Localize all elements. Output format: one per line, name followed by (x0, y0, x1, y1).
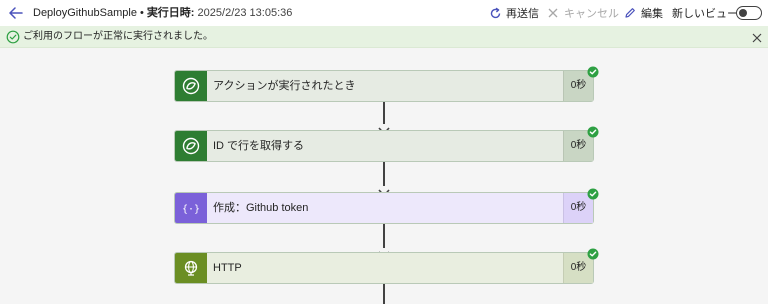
check-circle-icon (6, 30, 20, 44)
resend-label: 再送信 (506, 8, 539, 20)
flow-step-get-row[interactable]: ID で行を取得する 0秒 (174, 126, 599, 162)
success-check-icon (587, 65, 599, 78)
run-time-value: 2025/2/23 13:05:36 (197, 7, 293, 19)
new-view-toggle[interactable] (736, 6, 762, 20)
toggle-knob (739, 8, 747, 17)
success-check-icon (587, 247, 599, 260)
cancel-label: キャンセル (564, 8, 619, 20)
success-banner: ご利用のフローが正常に実行されました。 (0, 26, 768, 48)
flow-canvas: アクションが実行されたとき 0秒 ID で行を取得する 0秒 {·} 作成：Gi… (0, 48, 768, 304)
dataverse-icon (175, 131, 207, 161)
success-check-icon (587, 187, 599, 200)
flow-connector (383, 102, 385, 124)
run-time-label: 実行日時: (146, 7, 195, 19)
title-separator: • (139, 7, 144, 19)
globe-icon (175, 253, 207, 283)
close-icon (546, 6, 560, 20)
arrow-down-icon (378, 122, 390, 135)
flow-connector (383, 284, 385, 304)
flow-connector (383, 162, 385, 186)
step-name: ID で行を取得する (213, 140, 305, 152)
run-title: DeployGithubSample • 実行日時: 2025/2/23 13:05… (33, 0, 292, 26)
top-bar: DeployGithubSample • 実行日時: 2025/2/23 13:05… (0, 0, 768, 26)
svg-text:{·}: {·} (182, 204, 200, 215)
banner-message: ご利用のフローが正常に実行されました。 (23, 31, 213, 42)
dismiss-banner-icon[interactable] (751, 31, 763, 43)
new-view-label-wrap: 新しいビュー (672, 0, 738, 26)
flow-step-trigger[interactable]: アクションが実行されたとき 0秒 (174, 66, 599, 102)
pencil-icon (623, 6, 637, 20)
flow-step-compose[interactable]: {·} 作成：Github token 0秒 (174, 188, 599, 224)
edit-label: 編集 (641, 8, 663, 20)
arrow-down-icon (378, 184, 390, 197)
cancel-button[interactable]: キャンセル (546, 0, 619, 26)
dataverse-icon (175, 71, 207, 101)
edit-button[interactable]: 編集 (623, 0, 663, 26)
resend-icon (488, 6, 502, 20)
flow-connector (383, 224, 385, 248)
step-name: 作成：Github token (213, 202, 309, 214)
flow-step-http[interactable]: HTTP 0秒 (174, 248, 599, 284)
resend-button[interactable]: 再送信 (488, 0, 539, 26)
success-check-icon (587, 125, 599, 138)
back-arrow-icon[interactable] (6, 3, 26, 23)
compose-icon: {·} (175, 193, 207, 223)
step-name: HTTP (213, 262, 242, 274)
step-name: アクションが実行されたとき (213, 80, 356, 92)
flow-name: DeployGithubSample (33, 7, 137, 19)
new-view-label: 新しいビュー (672, 8, 738, 20)
